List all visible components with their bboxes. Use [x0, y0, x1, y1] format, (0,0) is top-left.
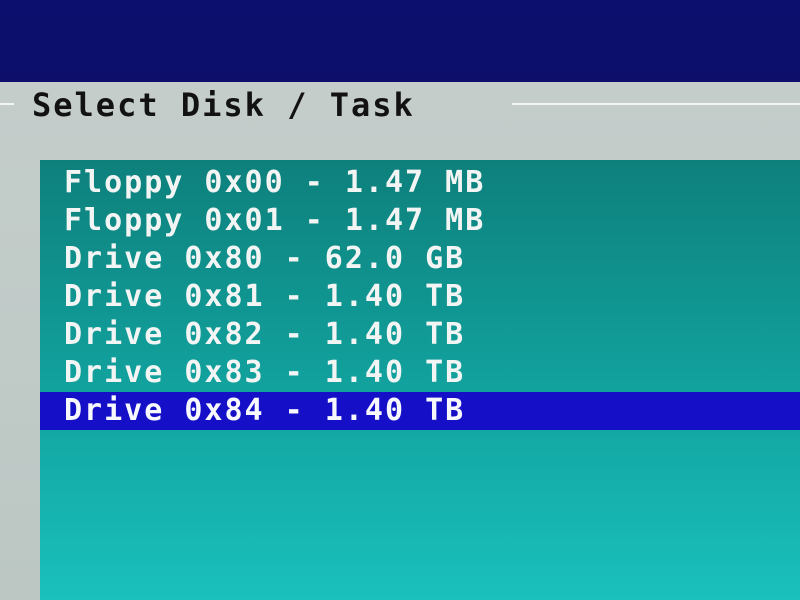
dialog-title: Select Disk / Task — [32, 86, 415, 124]
disk-item-drive-0x84[interactable]: Drive 0x84 - 1.40 TB — [40, 392, 800, 430]
disk-list: Floppy 0x00 - 1.47 MB Floppy 0x01 - 1.47… — [40, 160, 800, 600]
disk-item-floppy-0x00[interactable]: Floppy 0x00 - 1.47 MB — [40, 164, 800, 202]
disk-item-drive-0x81[interactable]: Drive 0x81 - 1.40 TB — [40, 278, 800, 316]
disk-item-drive-0x82[interactable]: Drive 0x82 - 1.40 TB — [40, 316, 800, 354]
disk-item-floppy-0x01[interactable]: Floppy 0x01 - 1.47 MB — [40, 202, 800, 240]
disk-item-drive-0x83[interactable]: Drive 0x83 - 1.40 TB — [40, 354, 800, 392]
title-rule-right — [512, 103, 800, 105]
title-rule-left — [0, 103, 14, 105]
bios-screen: Select Disk / Task Floppy 0x00 - 1.47 MB… — [0, 0, 800, 600]
disk-item-drive-0x80[interactable]: Drive 0x80 - 62.0 GB — [40, 240, 800, 278]
